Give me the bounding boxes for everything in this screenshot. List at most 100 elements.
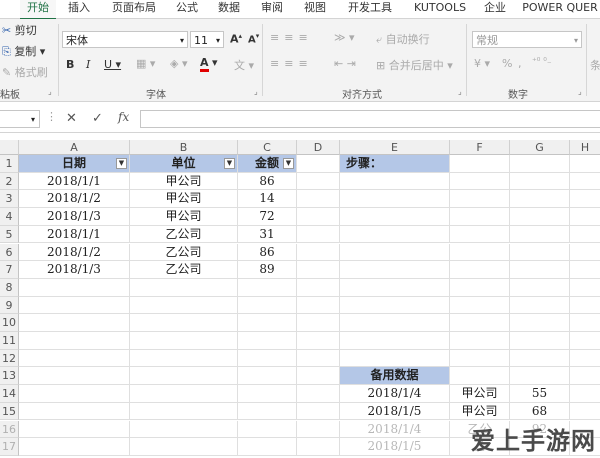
cell[interactable] (19, 296, 130, 315)
cell[interactable] (510, 190, 570, 209)
tab-power-query[interactable]: POWER QUER (520, 0, 600, 18)
horizontal-align-buttons[interactable]: ≡≡≡ (270, 57, 313, 70)
cell[interactable] (297, 332, 340, 350)
cell[interactable] (450, 190, 510, 209)
cell[interactable] (297, 261, 340, 279)
cell[interactable] (19, 438, 130, 456)
number-format-select[interactable]: 常规 ▾ (472, 31, 582, 48)
cell[interactable] (510, 172, 570, 191)
indent-buttons[interactable]: ⇤ ⇥ (334, 57, 356, 70)
data-cell[interactable]: 乙公司 (130, 243, 238, 262)
cell[interactable] (238, 332, 297, 350)
row-header[interactable]: 6 (0, 243, 19, 262)
data-cell[interactable]: 72 (238, 208, 297, 226)
cell[interactable] (450, 243, 510, 262)
row-header[interactable]: 4 (0, 208, 19, 226)
cell[interactable] (450, 208, 510, 226)
row-header[interactable]: 13 (0, 367, 19, 386)
cell[interactable] (570, 385, 600, 403)
cell[interactable] (130, 420, 238, 439)
cell[interactable] (570, 244, 600, 262)
cell[interactable] (297, 438, 340, 456)
cell[interactable] (238, 402, 297, 421)
cell[interactable] (19, 420, 130, 439)
data-cell[interactable]: 2018/1/1 (19, 225, 130, 244)
cell[interactable] (570, 314, 600, 332)
cell[interactable] (450, 261, 510, 279)
cell[interactable] (130, 367, 238, 386)
row-header[interactable]: 1 (0, 155, 19, 173)
cell[interactable] (19, 314, 130, 332)
enter-icon[interactable]: ✓ (92, 111, 103, 126)
cell[interactable] (340, 332, 450, 350)
shrink-font-button[interactable]: A▾ (248, 32, 259, 45)
cell[interactable] (19, 385, 130, 403)
cell[interactable] (297, 278, 340, 297)
cell[interactable] (297, 172, 340, 191)
data-cell[interactable]: 乙公司 (130, 261, 238, 279)
cell[interactable] (570, 332, 600, 350)
cell[interactable] (297, 225, 340, 244)
cell[interactable] (340, 208, 450, 226)
tab-page-layout[interactable]: 页面布局 (104, 0, 164, 18)
vertical-align-buttons[interactable]: ≡≡≡ (270, 31, 313, 44)
cancel-icon[interactable]: ✕ (66, 111, 77, 126)
tab-data[interactable]: 数据 (212, 0, 246, 18)
cell[interactable] (570, 297, 600, 315)
cell[interactable] (297, 243, 340, 262)
data-cell[interactable]: 86 (238, 172, 297, 191)
cell[interactable] (510, 367, 570, 386)
data-cell[interactable]: 14 (238, 190, 297, 209)
data-cell[interactable]: 甲公司 (130, 208, 238, 226)
cell[interactable] (450, 314, 510, 332)
alignment-launcher-icon[interactable]: ⌟ (458, 87, 462, 96)
column-header-e[interactable]: E (340, 140, 450, 155)
tab-review[interactable]: 审阅 (254, 0, 290, 18)
cell[interactable] (340, 296, 450, 315)
backup-cell[interactable]: 甲公司 (450, 402, 510, 421)
cell[interactable] (238, 314, 297, 332)
steps-label[interactable]: 步骤： (340, 155, 450, 173)
row-header[interactable]: 8 (0, 278, 19, 297)
cell[interactable] (570, 279, 600, 297)
cell[interactable] (510, 243, 570, 262)
row-header[interactable]: 9 (0, 296, 19, 315)
select-all-corner[interactable] (0, 140, 19, 155)
column-header-a[interactable]: A (19, 140, 130, 155)
cell[interactable] (238, 367, 297, 386)
column-header-d[interactable]: D (297, 140, 340, 155)
cell[interactable] (340, 190, 450, 209)
cell[interactable] (570, 403, 600, 421)
cell[interactable] (297, 208, 340, 226)
cell[interactable] (570, 208, 600, 226)
cell[interactable] (297, 190, 340, 209)
row-header[interactable]: 5 (0, 225, 19, 244)
cell[interactable] (130, 438, 238, 456)
cell[interactable] (450, 332, 510, 350)
cell[interactable] (297, 367, 340, 386)
data-cell[interactable]: 31 (238, 225, 297, 244)
cell[interactable] (238, 296, 297, 315)
cell[interactable] (570, 226, 600, 244)
cell[interactable] (297, 296, 340, 315)
cell[interactable] (340, 278, 450, 297)
cell[interactable] (297, 420, 340, 439)
tab-formulas[interactable]: 公式 (170, 0, 204, 18)
cell[interactable] (510, 208, 570, 226)
row-header[interactable]: 10 (0, 314, 19, 332)
tab-view[interactable]: 视图 (298, 0, 332, 18)
cell[interactable] (570, 261, 600, 279)
cell[interactable] (570, 350, 600, 368)
tab-home[interactable]: 开始 (20, 0, 56, 20)
column-header-b[interactable]: B (130, 140, 238, 155)
number-launcher-icon[interactable]: ⌟ (578, 87, 582, 96)
data-cell[interactable]: 2018/1/2 (19, 243, 130, 262)
wrap-text-button[interactable]: ⤶ 自动换行 (376, 31, 430, 47)
copy-button[interactable]: ⎘ 复制 ▾ (2, 43, 45, 59)
data-cell[interactable]: 甲公司 (130, 172, 238, 191)
cell[interactable] (238, 349, 297, 368)
cell[interactable] (130, 278, 238, 297)
cell[interactable] (238, 278, 297, 297)
orientation-button[interactable]: ≫ ▾ (334, 31, 355, 44)
cell[interactable] (450, 349, 510, 368)
